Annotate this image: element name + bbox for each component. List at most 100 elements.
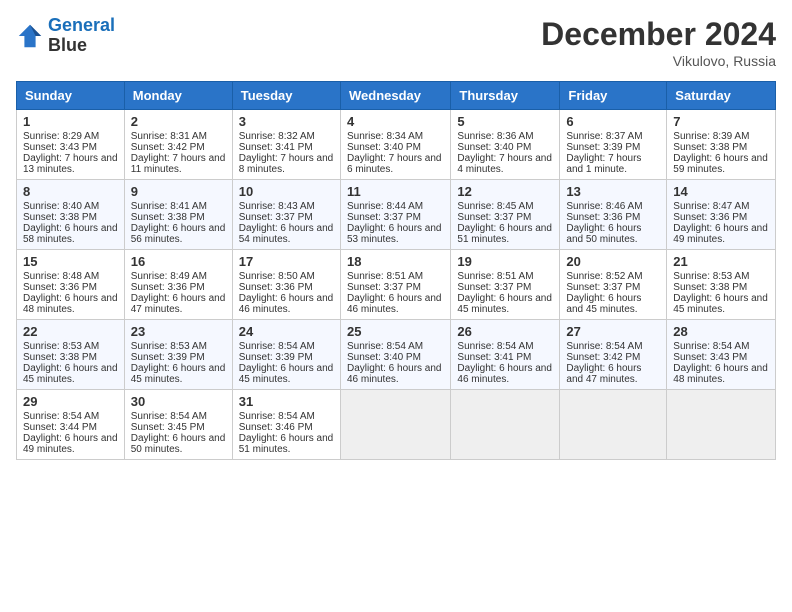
page-header: GeneralBlue December 2024 Vikulovo, Russ… — [16, 16, 776, 69]
day-number: 5 — [457, 114, 553, 129]
calendar-cell: 31Sunrise: 8:54 AMSunset: 3:46 PMDayligh… — [232, 390, 340, 460]
calendar-cell: 28Sunrise: 8:54 AMSunset: 3:43 PMDayligh… — [667, 320, 776, 390]
day-number: 13 — [566, 184, 660, 199]
sunset-text: Sunset: 3:38 PM — [673, 282, 747, 293]
daylight-text: Daylight: 6 hours and 50 minutes. — [131, 433, 226, 455]
day-number: 29 — [23, 394, 118, 409]
daylight-text: Daylight: 6 hours and 45 minutes. — [673, 293, 768, 315]
sunrise-text: Sunrise: 8:43 AM — [239, 201, 315, 212]
sunset-text: Sunset: 3:40 PM — [347, 352, 421, 363]
day-number: 1 — [23, 114, 118, 129]
calendar-cell — [340, 390, 450, 460]
sunrise-text: Sunrise: 8:54 AM — [457, 341, 533, 352]
daylight-text: Daylight: 6 hours and 58 minutes. — [23, 223, 118, 245]
sunrise-text: Sunrise: 8:54 AM — [239, 341, 315, 352]
calendar-cell: 1Sunrise: 8:29 AMSunset: 3:43 PMDaylight… — [17, 110, 125, 180]
sunset-text: Sunset: 3:39 PM — [566, 142, 640, 153]
sunset-text: Sunset: 3:37 PM — [566, 282, 640, 293]
sunset-text: Sunset: 3:40 PM — [457, 142, 531, 153]
day-number: 22 — [23, 324, 118, 339]
sunrise-text: Sunrise: 8:54 AM — [239, 411, 315, 422]
daylight-text: Daylight: 7 hours and 8 minutes. — [239, 153, 334, 175]
day-number: 16 — [131, 254, 226, 269]
day-number: 4 — [347, 114, 444, 129]
day-number: 7 — [673, 114, 769, 129]
daylight-text: Daylight: 7 hours and 1 minute. — [566, 153, 641, 175]
daylight-text: Daylight: 6 hours and 45 minutes. — [131, 363, 226, 385]
calendar-cell: 7Sunrise: 8:39 AMSunset: 3:38 PMDaylight… — [667, 110, 776, 180]
day-number: 14 — [673, 184, 769, 199]
calendar-cell: 14Sunrise: 8:47 AMSunset: 3:36 PMDayligh… — [667, 180, 776, 250]
logo-text: GeneralBlue — [48, 16, 115, 56]
sunrise-text: Sunrise: 8:44 AM — [347, 201, 423, 212]
daylight-text: Daylight: 6 hours and 47 minutes. — [566, 363, 641, 385]
sunset-text: Sunset: 3:36 PM — [673, 212, 747, 223]
sunrise-text: Sunrise: 8:36 AM — [457, 131, 533, 142]
weekday-header-saturday: Saturday — [667, 82, 776, 110]
sunrise-text: Sunrise: 8:39 AM — [673, 131, 749, 142]
calendar-cell: 16Sunrise: 8:49 AMSunset: 3:36 PMDayligh… — [124, 250, 232, 320]
sunrise-text: Sunrise: 8:49 AM — [131, 271, 207, 282]
sunset-text: Sunset: 3:37 PM — [347, 282, 421, 293]
weekday-header-monday: Monday — [124, 82, 232, 110]
day-number: 28 — [673, 324, 769, 339]
sunset-text: Sunset: 3:37 PM — [347, 212, 421, 223]
sunrise-text: Sunrise: 8:51 AM — [457, 271, 533, 282]
title-block: December 2024 Vikulovo, Russia — [541, 16, 776, 69]
sunrise-text: Sunrise: 8:53 AM — [23, 341, 99, 352]
sunset-text: Sunset: 3:42 PM — [131, 142, 205, 153]
calendar-table: SundayMondayTuesdayWednesdayThursdayFrid… — [16, 81, 776, 460]
calendar-cell: 6Sunrise: 8:37 AMSunset: 3:39 PMDaylight… — [560, 110, 667, 180]
calendar-cell: 12Sunrise: 8:45 AMSunset: 3:37 PMDayligh… — [451, 180, 560, 250]
daylight-text: Daylight: 6 hours and 49 minutes. — [23, 433, 118, 455]
sunset-text: Sunset: 3:38 PM — [23, 212, 97, 223]
weekday-header-sunday: Sunday — [17, 82, 125, 110]
sunrise-text: Sunrise: 8:54 AM — [566, 341, 642, 352]
sunset-text: Sunset: 3:46 PM — [239, 422, 313, 433]
calendar-cell — [560, 390, 667, 460]
calendar-cell — [667, 390, 776, 460]
calendar-cell: 23Sunrise: 8:53 AMSunset: 3:39 PMDayligh… — [124, 320, 232, 390]
day-number: 9 — [131, 184, 226, 199]
daylight-text: Daylight: 6 hours and 46 minutes. — [239, 293, 334, 315]
daylight-text: Daylight: 7 hours and 11 minutes. — [131, 153, 226, 175]
month-title: December 2024 — [541, 16, 776, 53]
daylight-text: Daylight: 7 hours and 6 minutes. — [347, 153, 442, 175]
calendar-cell: 30Sunrise: 8:54 AMSunset: 3:45 PMDayligh… — [124, 390, 232, 460]
calendar-cell: 22Sunrise: 8:53 AMSunset: 3:38 PMDayligh… — [17, 320, 125, 390]
location: Vikulovo, Russia — [541, 53, 776, 69]
day-number: 17 — [239, 254, 334, 269]
sunrise-text: Sunrise: 8:46 AM — [566, 201, 642, 212]
day-number: 2 — [131, 114, 226, 129]
calendar-cell: 13Sunrise: 8:46 AMSunset: 3:36 PMDayligh… — [560, 180, 667, 250]
calendar-cell: 15Sunrise: 8:48 AMSunset: 3:36 PMDayligh… — [17, 250, 125, 320]
sunset-text: Sunset: 3:37 PM — [457, 212, 531, 223]
day-number: 23 — [131, 324, 226, 339]
calendar-cell: 8 Sunrise: 8:40 AMSunset: 3:38 PMDaylight… — [17, 180, 125, 250]
sunset-text: Sunset: 3:36 PM — [131, 282, 205, 293]
sunrise-text: Sunrise: 8:54 AM — [23, 411, 99, 422]
sunset-text: Sunset: 3:38 PM — [131, 212, 205, 223]
day-number: 8 — [23, 184, 118, 199]
weekday-header-friday: Friday — [560, 82, 667, 110]
calendar-cell: 20Sunrise: 8:52 AMSunset: 3:37 PMDayligh… — [560, 250, 667, 320]
sunrise-text: Sunrise: 8:54 AM — [347, 341, 423, 352]
day-number: 3 — [239, 114, 334, 129]
sunset-text: Sunset: 3:43 PM — [673, 352, 747, 363]
day-number: 30 — [131, 394, 226, 409]
daylight-text: Daylight: 6 hours and 54 minutes. — [239, 223, 334, 245]
calendar-cell: 2Sunrise: 8:31 AMSunset: 3:42 PMDaylight… — [124, 110, 232, 180]
sunrise-text: Sunrise: 8:40 AM — [23, 201, 99, 212]
sunset-text: Sunset: 3:38 PM — [673, 142, 747, 153]
sunset-text: Sunset: 3:45 PM — [131, 422, 205, 433]
calendar-cell: 3Sunrise: 8:32 AMSunset: 3:41 PMDaylight… — [232, 110, 340, 180]
week-row-1: 1Sunrise: 8:29 AMSunset: 3:43 PMDaylight… — [17, 110, 776, 180]
calendar-cell: 25Sunrise: 8:54 AMSunset: 3:40 PMDayligh… — [340, 320, 450, 390]
calendar-cell — [451, 390, 560, 460]
calendar-cell: 24Sunrise: 8:54 AMSunset: 3:39 PMDayligh… — [232, 320, 340, 390]
sunset-text: Sunset: 3:38 PM — [23, 352, 97, 363]
daylight-text: Daylight: 6 hours and 46 minutes. — [457, 363, 552, 385]
sunset-text: Sunset: 3:36 PM — [239, 282, 313, 293]
sunrise-text: Sunrise: 8:53 AM — [131, 341, 207, 352]
calendar-cell: 21Sunrise: 8:53 AMSunset: 3:38 PMDayligh… — [667, 250, 776, 320]
